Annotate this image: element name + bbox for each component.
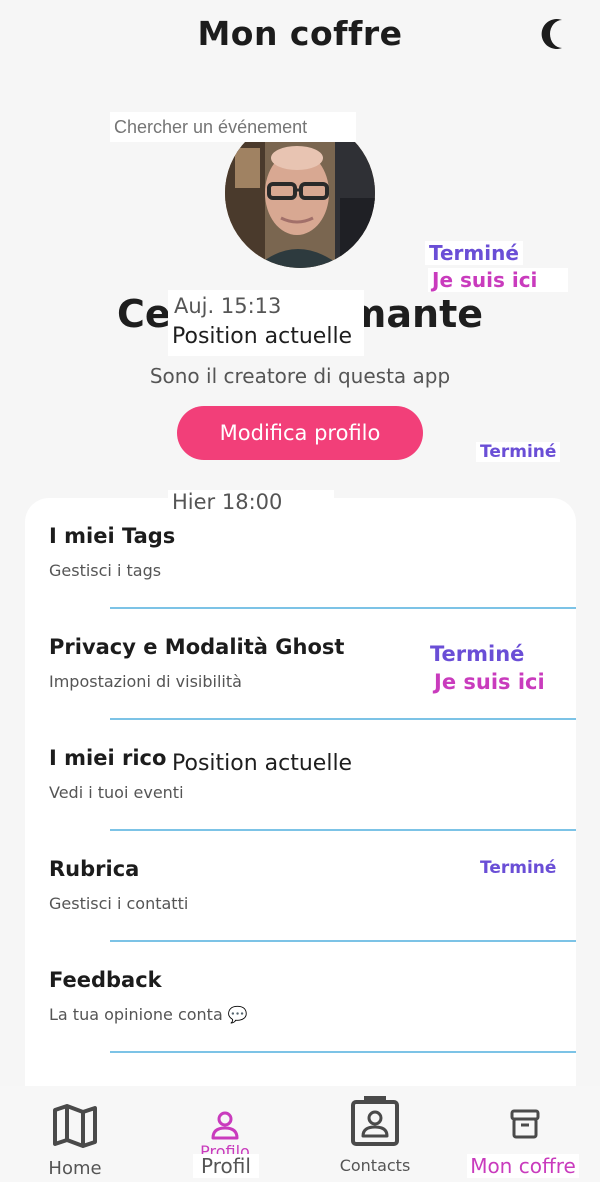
archive-icon — [510, 1109, 540, 1139]
tab-label: Contacts — [339, 1156, 411, 1175]
menu-item-subtitle: Vedi i tuoi eventi — [49, 783, 184, 802]
event-time-today: Auj. 15:13 — [170, 294, 286, 318]
menu-item-feedback[interactable]: Feedback La tua opinione conta 💬 — [25, 942, 576, 1053]
status-badge-here: Je suis ici — [430, 670, 549, 694]
moon-icon — [541, 19, 562, 49]
dark-mode-toggle[interactable] — [540, 18, 570, 50]
status-badge-done: Terminé — [476, 858, 561, 878]
bottom-tab-bar: Home Profilo Profil Contacts Mon coffre — [0, 1086, 600, 1182]
status-badge-here: Je suis ici — [428, 268, 568, 292]
map-icon — [53, 1104, 97, 1148]
status-badge-done: Terminé — [476, 442, 561, 462]
menu-item-subtitle: Gestisci i contatti — [49, 894, 189, 913]
menu-item-title: Privacy e Modalità Ghost — [49, 635, 345, 659]
divider — [110, 1051, 576, 1053]
menu-item-title: I miei Tags — [49, 524, 176, 548]
tab-label: Profil — [193, 1154, 259, 1178]
edit-profile-button[interactable]: Modifica profilo — [177, 406, 423, 460]
profile-bio: Sono il creatore di questa app — [149, 364, 451, 388]
current-position-label: Position actuelle — [168, 324, 357, 349]
status-badge-done: Terminé — [426, 642, 529, 666]
status-badge-done: Terminé — [425, 241, 523, 265]
tab-contacts[interactable]: Contacts — [300, 1086, 450, 1182]
tab-profile[interactable]: Profilo Profil — [150, 1086, 300, 1182]
tab-label: Home — [48, 1158, 102, 1179]
contact-card-icon — [351, 1096, 399, 1146]
tab-label: Mon coffre — [467, 1154, 579, 1178]
current-position-label: Position actuelle — [168, 751, 357, 776]
menu-item-title: I miei rico — [49, 746, 167, 770]
menu-item-subtitle: La tua opinione conta 💬 — [49, 1005, 248, 1024]
tab-home[interactable]: Home — [0, 1086, 150, 1182]
menu-item-subtitle: Impostazioni di visibilità — [49, 672, 242, 691]
menu-item-tags[interactable]: I miei Tags Gestisci i tags — [25, 498, 576, 609]
user-icon — [211, 1111, 239, 1140]
menu-item-title: Feedback — [49, 968, 162, 992]
settings-menu: I miei Tags Gestisci i tags Privacy e Mo… — [25, 498, 576, 1118]
menu-item-contacts[interactable]: Rubrica Gestisci i contatti — [25, 831, 576, 942]
page-title: Mon coffre — [197, 14, 403, 53]
menu-item-subtitle: Gestisci i tags — [49, 561, 162, 580]
event-time-yesterday: Hier 18:00 — [168, 490, 334, 514]
tab-vault[interactable]: Mon coffre — [450, 1086, 600, 1182]
menu-item-title: Rubrica — [49, 857, 140, 881]
search-input[interactable] — [110, 112, 356, 142]
